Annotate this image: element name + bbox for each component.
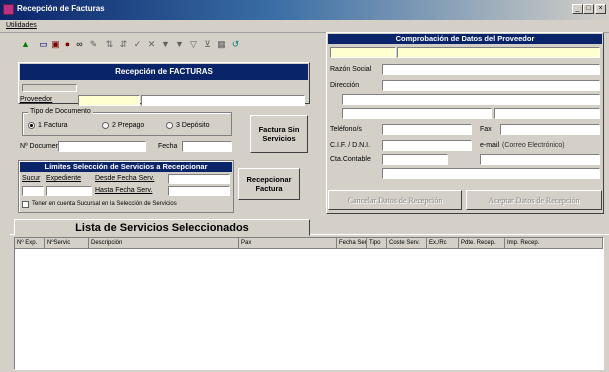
tab-servicios-seleccionados[interactable]: Lista de Servicios Seleccionados: [14, 219, 310, 236]
person-icon[interactable]: ●: [62, 38, 73, 50]
cif-input[interactable]: [382, 140, 472, 151]
cancelar-datos-button[interactable]: Cancelar Datos de Recepción: [328, 190, 462, 210]
observaciones-input[interactable]: [382, 168, 600, 179]
servicios-table[interactable]: Nº Exp. NºServic Descripción Pax Fecha Serv T…: [14, 237, 604, 370]
sort-desc-icon[interactable]: ⇵: [118, 38, 129, 50]
proveedor-code-input[interactable]: [78, 95, 140, 106]
proveedor-name-input[interactable]: [141, 95, 305, 106]
document-icon[interactable]: ▭: [38, 38, 49, 50]
radio-factura-label: 1 Factura: [38, 122, 68, 129]
save-icon[interactable]: ▦: [216, 38, 227, 50]
app-icon: [3, 4, 14, 15]
window-title: Recepción de Facturas: [17, 4, 105, 13]
radio-factura-dot[interactable]: [28, 122, 35, 129]
sort-asc-icon[interactable]: ⇅: [104, 38, 115, 50]
fecha-label: Fecha: [158, 143, 178, 150]
fax-input[interactable]: [500, 124, 600, 135]
email-input[interactable]: [480, 154, 600, 165]
column-header[interactable]: NºServic: [45, 238, 89, 249]
recepcionar-factura-button[interactable]: Recepcionar Factura: [238, 168, 300, 200]
radio-factura[interactable]: 1 Factura: [28, 122, 68, 129]
direccion-input-2[interactable]: [342, 94, 600, 105]
radio-prepago-dot[interactable]: [102, 122, 109, 129]
telefonos-label: Teléfono/s: [330, 126, 362, 133]
minimize-button[interactable]: _: [572, 4, 583, 14]
desde-fecha-label: Desde Fecha Serv.: [95, 175, 155, 182]
undo-icon[interactable]: ↺: [230, 38, 241, 50]
filter-icon[interactable]: ▼: [160, 38, 171, 50]
hasta-fecha-label: Hasta Fecha Serv.: [95, 187, 153, 194]
column-header[interactable]: Fecha Serv: [337, 238, 367, 249]
filter-off-icon[interactable]: ▽: [188, 38, 199, 50]
proveedor-name-field[interactable]: [397, 47, 600, 58]
tool-icon[interactable]: ▲: [20, 38, 31, 50]
column-header[interactable]: Ex./Rc: [427, 238, 459, 249]
menu-utilidades[interactable]: Utilidades: [6, 22, 37, 29]
print-icon[interactable]: ▣: [50, 38, 61, 50]
direccion-input-1[interactable]: [382, 80, 600, 91]
radio-deposito-label: 3 Depósito: [176, 122, 210, 129]
empty-bar: [22, 84, 77, 92]
close-button[interactable]: ×: [595, 4, 606, 14]
tener-en-cuenta-label: Tener en cuenta Sucursal en la Selección…: [32, 201, 177, 207]
cif-label: C.I.F. / D.N.I.: [330, 142, 371, 149]
radio-deposito-dot[interactable]: [166, 122, 173, 129]
poblacion-input[interactable]: [342, 108, 492, 119]
column-header[interactable]: Pdte. Recep.: [459, 238, 505, 249]
limites-header: Límites Selección de Servicios a Recepci…: [20, 162, 232, 172]
fecha-input[interactable]: [182, 141, 232, 152]
apply-filter-icon[interactable]: ⊻: [202, 38, 213, 50]
email-label: e-mail: [480, 142, 500, 149]
binoculars-icon[interactable]: ∞: [74, 38, 85, 50]
check-icon[interactable]: ✓: [132, 38, 143, 50]
fax-label: Fax: [480, 126, 492, 133]
num-documento-input[interactable]: [58, 141, 146, 152]
telefonos-input[interactable]: [382, 124, 472, 135]
sucursal-input[interactable]: [22, 186, 44, 196]
email-hint: (Correo Electrónico): [502, 142, 565, 149]
column-header[interactable]: Descripción: [89, 238, 239, 249]
proveedor-label: Proveedor: [20, 96, 53, 103]
radio-deposito[interactable]: 3 Depósito: [166, 122, 209, 129]
expediente-label: Expediente: [46, 175, 82, 182]
expediente-input[interactable]: [46, 186, 92, 196]
column-header[interactable]: Pax: [239, 238, 337, 249]
tener-en-cuenta-checkbox[interactable]: [22, 201, 29, 208]
radio-prepago[interactable]: 2 Prepago: [102, 122, 144, 129]
sucursal-label: Sucur: [22, 175, 41, 182]
delete-icon[interactable]: ✕: [146, 38, 157, 50]
direccion-label: Dirección: [330, 82, 360, 89]
column-header[interactable]: Nº Exp.: [15, 238, 45, 249]
radio-prepago-label: 2 Prepago: [112, 122, 145, 129]
cta-contable-label: Cta.Contable: [330, 156, 371, 163]
razon-social-label: Razón Social: [330, 66, 372, 73]
hasta-fecha-input[interactable]: [168, 186, 230, 196]
proveedor-panel: [326, 32, 604, 214]
recepcion-header: Recepción de FACTURAS: [20, 64, 308, 80]
column-header[interactable]: Coste Serv.: [387, 238, 427, 249]
filter-on-icon[interactable]: ▼: [174, 38, 185, 50]
proveedor-code-field[interactable]: [330, 47, 396, 58]
aceptar-datos-button[interactable]: Aceptar Datos de Recepción: [466, 190, 602, 210]
comprobacion-header: Comprobación de Datos del Proveedor: [328, 34, 602, 44]
desde-fecha-input[interactable]: [168, 174, 230, 184]
pencil-icon[interactable]: ✎: [88, 38, 99, 50]
factura-sin-servicios-button[interactable]: Factura Sin Servicios: [250, 115, 308, 153]
tipo-documento-label: Tipo de Documento: [28, 108, 93, 115]
table-header-row: Nº Exp. NºServic Descripción Pax Fecha Serv T…: [15, 238, 603, 249]
column-header[interactable]: Imp. Recep.: [505, 238, 603, 249]
razon-social-input[interactable]: [382, 64, 600, 75]
provincia-input[interactable]: [494, 108, 600, 119]
cta-contable-input[interactable]: [382, 154, 448, 165]
column-header[interactable]: Tipo: [367, 238, 387, 249]
maximize-button[interactable]: □: [583, 4, 594, 14]
